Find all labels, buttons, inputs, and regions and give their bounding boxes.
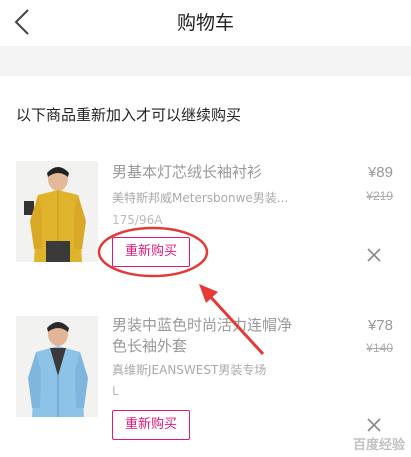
page-title: 购物车	[176, 12, 234, 34]
product-spec: L	[112, 384, 119, 398]
cart-item: 男装中蓝色时尚活力连帽净 色长袖外套 真维斯JEANSWEST男装专场 L ¥7…	[0, 310, 411, 457]
original-price: ¥219	[366, 189, 393, 203]
store-name[interactable]: 美特斯邦威Metersbonwe男装...	[112, 189, 288, 206]
product-price: ¥89	[367, 164, 393, 181]
rebuy-button[interactable]: 重新购买	[112, 410, 190, 440]
store-name[interactable]: 真维斯JEANSWEST男装专场	[112, 361, 266, 378]
product-price: ¥78	[367, 317, 393, 334]
section-gap	[0, 46, 411, 76]
cart-item: 男基本灯芯绒长袖衬衫 美特斯邦威Metersbonwe男装... 175/96A…	[0, 158, 411, 298]
original-price: ¥140	[366, 341, 393, 355]
product-name[interactable]: 男基本灯芯绒长袖衬衫	[112, 162, 262, 183]
product-spec: 175/96A	[112, 213, 163, 227]
product-image[interactable]	[16, 316, 98, 417]
product-name[interactable]: 男装中蓝色时尚活力连帽净 色长袖外套	[112, 315, 292, 357]
section-title: 以下商品重新加入才可以继续购买	[16, 106, 242, 124]
product-image[interactable]	[16, 161, 98, 262]
watermark: 百度经验	[352, 438, 405, 453]
close-icon[interactable]	[365, 416, 383, 434]
nav-bar: 购物车	[0, 0, 411, 46]
close-icon[interactable]	[365, 246, 383, 264]
rebuy-button[interactable]: 重新购买	[112, 237, 190, 267]
